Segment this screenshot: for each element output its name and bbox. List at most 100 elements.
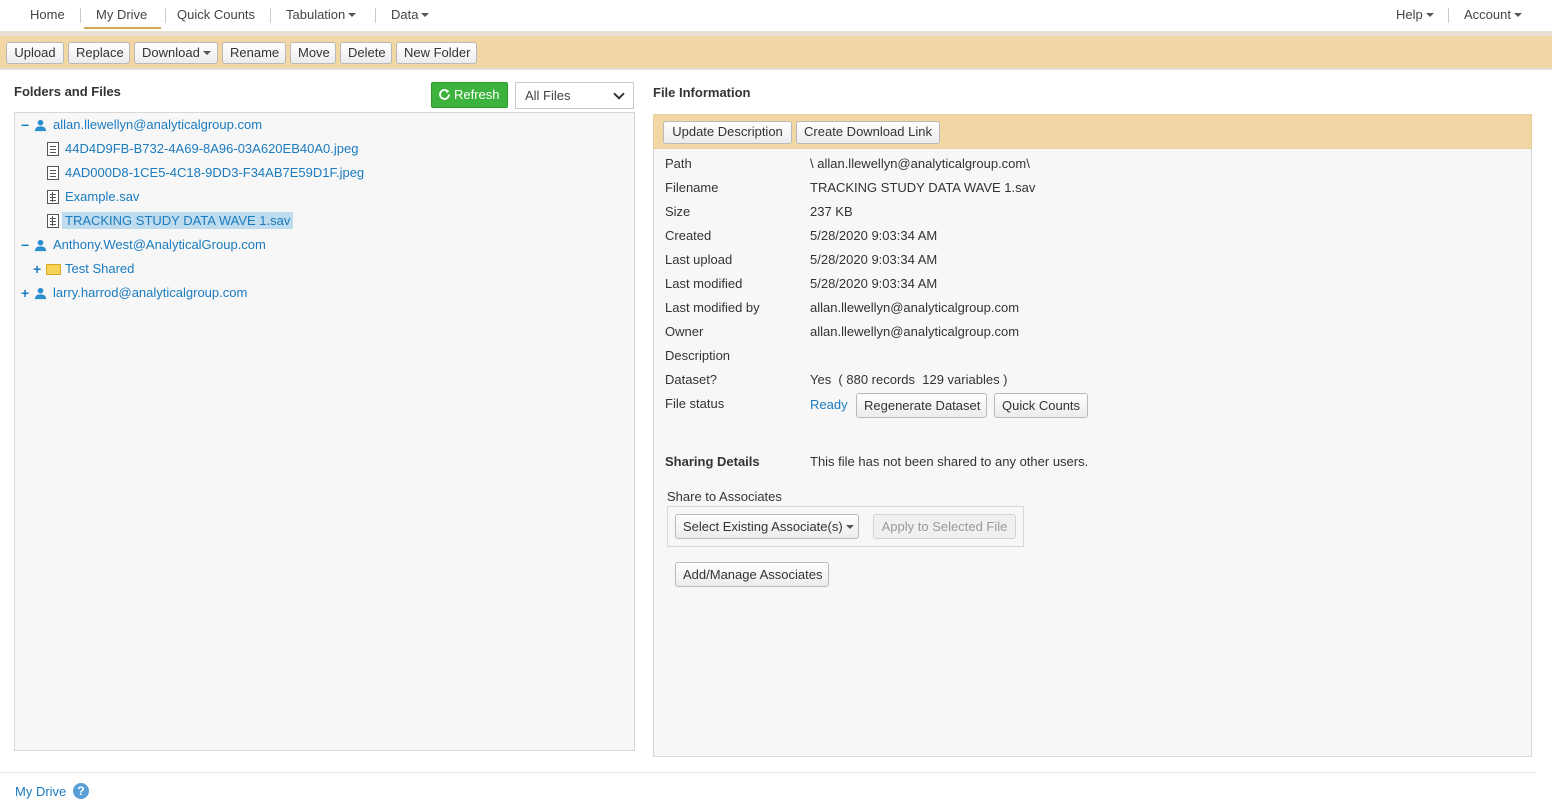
last-upload-label: Last upload [665,252,733,267]
folder-tree [14,112,635,751]
nav-divider [375,8,376,23]
path-label: Path [665,156,692,171]
filename-value: TRACKING STUDY DATA WAVE 1.sav [810,180,1036,195]
move-button[interactable]: Move [290,42,336,64]
file-status-label: File status [665,396,725,411]
nav-tabulation-label: Tabulation [286,7,346,22]
tree-item-label: 44D4D9FB-B732-4A69-8A96-03A620EB40A0.jpe… [65,141,359,156]
share-to-associates-label: Share to Associates [667,489,782,504]
create-download-link-button[interactable]: Create Download Link [796,121,940,144]
top-navigation: Home My Drive Quick Counts Tabulation Da… [0,0,1552,31]
file-information-panel [653,114,1532,757]
select-existing-associates-label: Select Existing Associate(s) [683,519,843,534]
quick-counts-button[interactable]: Quick Counts [994,393,1088,418]
update-description-button[interactable]: Update Description [663,121,792,144]
sharing-details-label: Sharing Details [665,454,760,469]
refresh-icon [439,89,450,100]
footer-divider [0,772,1536,773]
caret-down-icon [1425,13,1434,17]
tree-item-label: Example.sav [65,189,140,204]
file-filter-select[interactable]: All Files [515,82,634,109]
nav-help-label: Help [1396,7,1423,22]
sharing-details-value: This file has not been shared to any oth… [810,454,1089,469]
add-manage-associates-button[interactable]: Add/Manage Associates [675,562,829,587]
refresh-button[interactable]: Refresh [431,82,508,108]
file-information-title: File Information [653,85,751,100]
nav-account-label: Account [1464,7,1511,22]
tree-file-jpeg-2[interactable]: 4AD000D8-1CE5-4C18-9DD3-F34AB7E59D1F.jpe… [65,163,364,183]
tree-item-label: Anthony.West@AnalyticalGroup.com [53,237,266,252]
file-filter-value: All Files [525,88,571,103]
user-icon [34,287,47,300]
size-value: 237 KB [810,204,853,219]
filename-label: Filename [665,180,719,195]
rename-button[interactable]: Rename [222,42,286,64]
tree-folder-test-shared[interactable]: Test Shared [65,259,134,279]
created-value: 5/28/2020 9:03:34 AM [810,228,938,243]
nav-data-label: Data [391,7,419,22]
nav-divider [80,8,81,23]
replace-button[interactable]: Replace [68,42,130,64]
dataset-label: Dataset? [665,372,718,387]
footer-my-drive-link[interactable]: My Drive [15,784,66,799]
tree-file-tracking-study[interactable]: TRACKING STUDY DATA WAVE 1.sav [62,211,294,231]
tree-user-allan[interactable]: allan.llewellyn@analyticalgroup.com [53,115,262,135]
nav-divider [1448,8,1449,23]
tree-item-label: TRACKING STUDY DATA WAVE 1.sav [62,212,294,229]
nav-data[interactable]: Data [391,0,430,29]
tree-item-label: 4AD000D8-1CE5-4C18-9DD3-F34AB7E59D1F.jpe… [65,165,365,180]
created-label: Created [665,228,712,243]
delete-button[interactable]: Delete [340,42,392,64]
last-modified-value: 5/28/2020 9:03:34 AM [810,276,938,291]
chevron-down-icon [613,88,625,100]
document-icon [47,142,59,156]
caret-down-icon [845,525,854,529]
nav-divider [270,8,271,23]
folder-icon [46,264,61,275]
download-button-label: Download [142,45,200,60]
tree-user-larry[interactable]: larry.harrod@analyticalgroup.com [53,283,247,303]
document-icon [47,166,59,180]
dataset-value: Yes ( 880 records 129 variables ) [810,372,1008,387]
tree-item-label: allan.llewellyn@analyticalgroup.com [53,117,263,132]
caret-down-icon [421,13,430,17]
regenerate-dataset-button[interactable]: Regenerate Dataset [856,393,987,418]
dataset-icon [47,190,59,204]
owner-value: allan.llewellyn@analyticalgroup.com [810,324,1020,339]
upload-button[interactable]: Upload [6,42,64,64]
owner-label: Owner [665,324,704,339]
nav-quick-counts[interactable]: Quick Counts [177,0,255,29]
user-icon [34,239,47,252]
last-modified-by-value: allan.llewellyn@analyticalgroup.com [810,300,1020,315]
expand-icon[interactable]: + [21,283,29,303]
tree-item-label: Test Shared [65,261,135,276]
nav-tabulation[interactable]: Tabulation [286,0,357,29]
nav-account[interactable]: Account [1464,0,1522,29]
size-label: Size [665,204,691,219]
collapse-icon[interactable]: − [21,235,29,255]
caret-down-icon [202,51,211,55]
file-status-ready-link[interactable]: Ready [810,397,848,412]
help-icon[interactable]: ? [73,783,89,799]
tree-file-example-sav[interactable]: Example.sav [65,187,139,207]
path-value: \ allan.llewellyn@analyticalgroup.com\ [810,156,1030,171]
nav-my-drive[interactable]: My Drive [84,0,161,29]
tree-item-label: larry.harrod@analyticalgroup.com [53,285,248,300]
dataset-icon [47,214,59,228]
apply-to-selected-file-button[interactable]: Apply to Selected File [873,514,1016,539]
last-upload-value: 5/28/2020 9:03:34 AM [810,252,938,267]
description-label: Description [665,348,731,363]
caret-down-icon [1513,13,1522,17]
select-existing-associates-dropdown[interactable]: Select Existing Associate(s) [675,514,859,539]
new-folder-button[interactable]: New Folder [396,42,477,64]
nav-divider [165,8,166,23]
tree-file-jpeg-1[interactable]: 44D4D9FB-B732-4A69-8A96-03A620EB40A0.jpe… [65,139,358,159]
tree-user-anthony[interactable]: Anthony.West@AnalyticalGroup.com [53,235,266,255]
expand-icon[interactable]: + [33,259,41,279]
download-button[interactable]: Download [134,42,218,64]
collapse-icon[interactable]: − [21,115,29,135]
nav-help[interactable]: Help [1396,0,1434,29]
last-modified-label: Last modified [665,276,743,291]
caret-down-icon [348,13,357,17]
nav-home[interactable]: Home [30,0,65,29]
